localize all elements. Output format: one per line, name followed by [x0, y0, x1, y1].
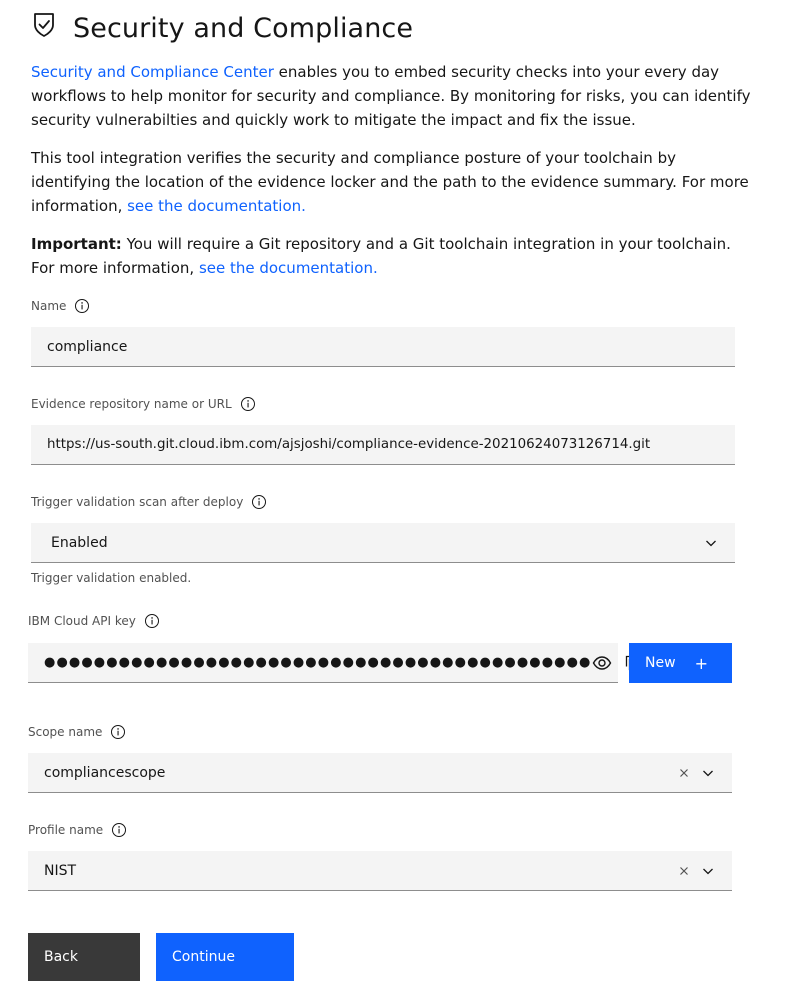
close-icon[interactable]: [676, 863, 692, 879]
chevron-down-icon[interactable]: [700, 863, 716, 879]
profile-label-text: Profile name: [28, 823, 104, 837]
scc-link[interactable]: Security and Compliance Center: [31, 63, 274, 81]
info-icon[interactable]: [240, 396, 256, 412]
scope-label-text: Scope name: [28, 725, 103, 739]
trigger-scan-helper: Trigger validation enabled.: [31, 571, 192, 585]
info-icon[interactable]: [110, 724, 126, 740]
important-label: Important:: [31, 235, 122, 253]
important-text: You will require a Git repository and a …: [31, 235, 731, 277]
api-key-label-text: IBM Cloud API key: [28, 614, 136, 628]
integration-paragraph: This tool integration verifies the secur…: [31, 146, 751, 218]
important-paragraph: Important: You will require a Git reposi…: [31, 232, 751, 280]
intro-paragraph: Security and Compliance Center enables y…: [31, 60, 751, 132]
api-key-label: IBM Cloud API key: [28, 612, 160, 630]
name-field[interactable]: [31, 327, 735, 367]
scope-label: Scope name: [28, 723, 126, 741]
name-input[interactable]: [31, 327, 735, 366]
scope-combobox[interactable]: compliancescope: [28, 753, 732, 793]
documentation-link-2[interactable]: see the documentation.: [199, 259, 378, 277]
page-title: Security and Compliance: [73, 12, 414, 44]
documentation-link[interactable]: see the documentation.: [127, 197, 306, 215]
evidence-repo-label-text: Evidence repository name or URL: [31, 397, 232, 411]
api-key-field[interactable]: ●●●●●●●●●●●●●●●●●●●●●●●●●●●●●●●●●●●●●●●●…: [28, 643, 673, 683]
chevron-down-icon[interactable]: [703, 535, 719, 551]
new-button-label: New: [645, 655, 676, 671]
name-label: Name: [31, 297, 90, 315]
plus-icon: +: [694, 653, 708, 673]
name-label-text: Name: [31, 299, 67, 313]
api-key-masked-value: ●●●●●●●●●●●●●●●●●●●●●●●●●●●●●●●●●●●●●●●●…: [44, 655, 592, 670]
info-icon[interactable]: [144, 613, 160, 629]
trigger-scan-value: Enabled: [51, 534, 108, 551]
trigger-scan-label-text: Trigger validation scan after deploy: [31, 495, 244, 509]
trigger-scan-label: Trigger validation scan after deploy: [31, 493, 267, 511]
info-icon[interactable]: [74, 298, 90, 314]
evidence-repo-input[interactable]: [31, 425, 735, 464]
new-api-key-button[interactable]: New +: [629, 643, 732, 683]
close-icon[interactable]: [676, 765, 692, 781]
scope-value: compliancescope: [44, 764, 166, 781]
info-icon[interactable]: [251, 494, 267, 510]
info-icon[interactable]: [111, 822, 127, 838]
trigger-scan-select[interactable]: Enabled: [31, 523, 735, 563]
profile-label: Profile name: [28, 821, 127, 839]
eye-icon[interactable]: [592, 653, 612, 673]
page-header: Security and Compliance: [31, 8, 413, 48]
back-button[interactable]: Back: [28, 933, 140, 981]
shield-check-icon: [34, 13, 54, 37]
profile-value: NIST: [44, 862, 77, 879]
continue-button[interactable]: Continue: [156, 933, 294, 981]
evidence-repo-label: Evidence repository name or URL: [31, 395, 256, 413]
profile-combobox[interactable]: NIST: [28, 851, 732, 891]
chevron-down-icon[interactable]: [700, 765, 716, 781]
evidence-repo-field[interactable]: [31, 425, 735, 465]
